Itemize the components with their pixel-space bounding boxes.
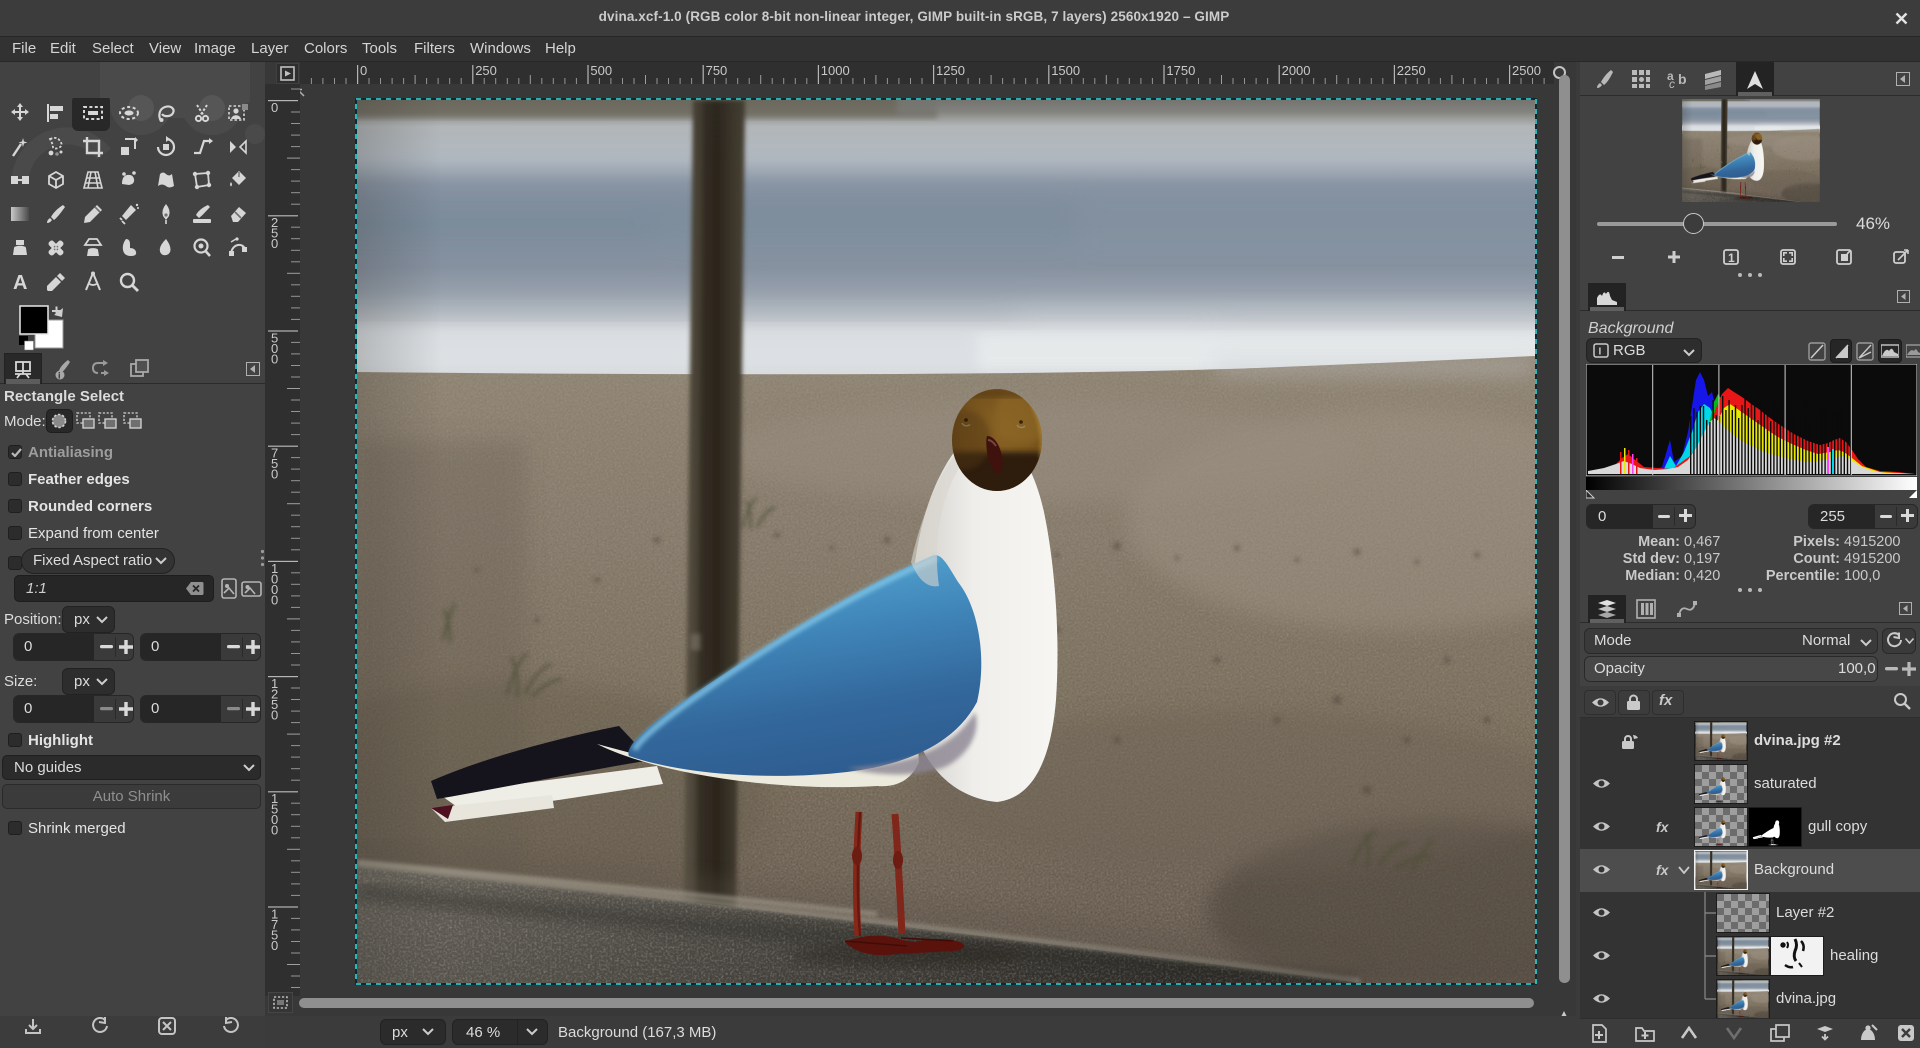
svg-text:2000: 2000: [1282, 63, 1311, 78]
svg-text:1750: 1750: [271, 906, 278, 953]
svg-text:i: i: [58, 371, 61, 381]
svg-text:I: I: [1599, 347, 1602, 358]
svg-text:A: A: [13, 272, 27, 294]
svg-text:0: 0: [360, 63, 367, 78]
svg-text:750: 750: [271, 446, 278, 482]
svg-text:1500: 1500: [271, 791, 278, 838]
svg-text:500: 500: [271, 330, 278, 366]
svg-text:1750: 1750: [1166, 63, 1195, 78]
svg-text:250: 250: [271, 215, 278, 251]
svg-text:500: 500: [590, 63, 612, 78]
svg-text:2500: 2500: [1512, 63, 1541, 78]
svg-text:2250: 2250: [1397, 63, 1426, 78]
svg-text:250: 250: [475, 63, 497, 78]
svg-text:0: 0: [271, 100, 278, 115]
svg-text:1000: 1000: [271, 561, 278, 608]
svg-text:b: b: [1678, 71, 1687, 87]
svg-text:1250: 1250: [936, 63, 965, 78]
svg-text:750: 750: [706, 63, 728, 78]
svg-text:c: c: [1669, 77, 1675, 90]
svg-text:1500: 1500: [1051, 63, 1080, 78]
svg-text:1250: 1250: [271, 676, 278, 723]
svg-text:1000: 1000: [821, 63, 850, 78]
svg-text:1: 1: [1728, 251, 1735, 265]
